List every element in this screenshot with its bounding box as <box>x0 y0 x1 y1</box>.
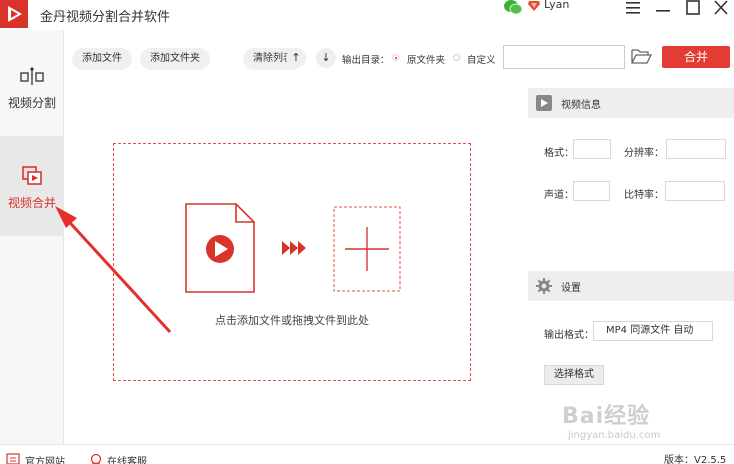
title-bar: 金丹视频分割合并软件 Lyan <box>0 0 734 30</box>
drop-zone[interactable]: 点击添加文件或拖拽文件到此处 <box>113 143 471 381</box>
user-name[interactable]: Lyan <box>544 0 569 11</box>
radio-source-folder-label[interactable]: 原文件夹 <box>407 52 445 66</box>
status-bar: 官方网站 在线客服 版本：V2.5.5 <box>0 444 734 464</box>
website-icon <box>6 453 20 464</box>
app-title: 金丹视频分割合并软件 <box>40 10 171 25</box>
video-info-icon <box>536 95 552 111</box>
gear-icon <box>536 278 552 294</box>
wechat-icon[interactable] <box>503 0 523 14</box>
arrow-down-icon[interactable]: ↓ <box>316 48 336 68</box>
sidebar-item-label: 视频合并 <box>7 196 56 210</box>
version-text: 版本：V2.5.5 <box>664 455 727 464</box>
maximize-icon[interactable] <box>684 0 702 16</box>
choose-format-button[interactable]: 选择格式 <box>544 365 604 385</box>
official-website-link[interactable]: 官方网站 <box>25 453 65 464</box>
add-folder-button[interactable]: 添加文件夹 <box>140 48 210 70</box>
radio-custom-label[interactable]: 自定义 <box>467 52 496 66</box>
app-logo-icon <box>0 0 28 28</box>
drop-illustration <box>185 203 401 293</box>
toolbar: 添加文件 添加文件夹 清除列表 ↑ ↓ 输出目录： 原文件夹 自定义 合并 <box>64 40 734 76</box>
video-info-header: 视频信息 <box>528 88 734 118</box>
drop-zone-hint: 点击添加文件或拖拽文件到此处 <box>215 314 369 327</box>
merge-icon <box>22 166 42 185</box>
bitrate-label: 比特率： <box>624 190 664 201</box>
right-panel: 视频信息 格式： 分辨率： 声道： 比特率： 设置 输出格式： MP4 同源文件… <box>528 78 734 444</box>
merge-button[interactable]: 合并 <box>662 46 730 68</box>
radio-custom[interactable] <box>453 54 460 61</box>
output-path-input[interactable] <box>503 45 625 69</box>
support-icon <box>90 453 102 464</box>
add-plus-icon <box>333 206 401 292</box>
arrow-up-icon[interactable]: ↑ <box>286 48 306 68</box>
video-info-title: 视频信息 <box>561 100 601 111</box>
sidebar-item-label: 视频分割 <box>7 96 56 110</box>
folder-open-icon[interactable] <box>630 47 652 67</box>
add-file-button[interactable]: 添加文件 <box>72 48 132 70</box>
resolution-label: 分辨率： <box>624 148 664 159</box>
sidebar: 视频分割 视频合并 <box>0 30 64 444</box>
minimize-icon[interactable] <box>654 0 672 16</box>
format-label: 格式： <box>544 148 574 159</box>
channel-label: 声道： <box>544 190 574 201</box>
resolution-value-field <box>666 139 726 159</box>
output-format-value: MP4 同源文件 自动 <box>593 321 713 341</box>
sidebar-item-video-merge[interactable]: 视频合并 <box>0 136 64 236</box>
file-list-area: 点击添加文件或拖拽文件到此处 <box>64 78 528 444</box>
split-icon <box>20 67 44 85</box>
channel-value-field <box>573 181 610 201</box>
hamburger-icon[interactable] <box>624 0 642 16</box>
close-icon[interactable] <box>712 0 730 16</box>
settings-header: 设置 <box>528 271 734 301</box>
format-value-field <box>573 139 611 159</box>
vip-gem-icon <box>528 1 540 11</box>
sidebar-item-video-split[interactable]: 视频分割 <box>0 52 64 122</box>
radio-source-folder[interactable] <box>392 54 399 61</box>
output-format-label: 输出格式： <box>544 330 594 341</box>
online-support-link[interactable]: 在线客服 <box>107 453 147 464</box>
bitrate-value-field <box>665 181 725 201</box>
triple-chevron-icon <box>282 241 306 255</box>
video-file-icon <box>185 203 255 293</box>
settings-title: 设置 <box>561 283 581 294</box>
output-dir-label: 输出目录： <box>342 55 390 66</box>
